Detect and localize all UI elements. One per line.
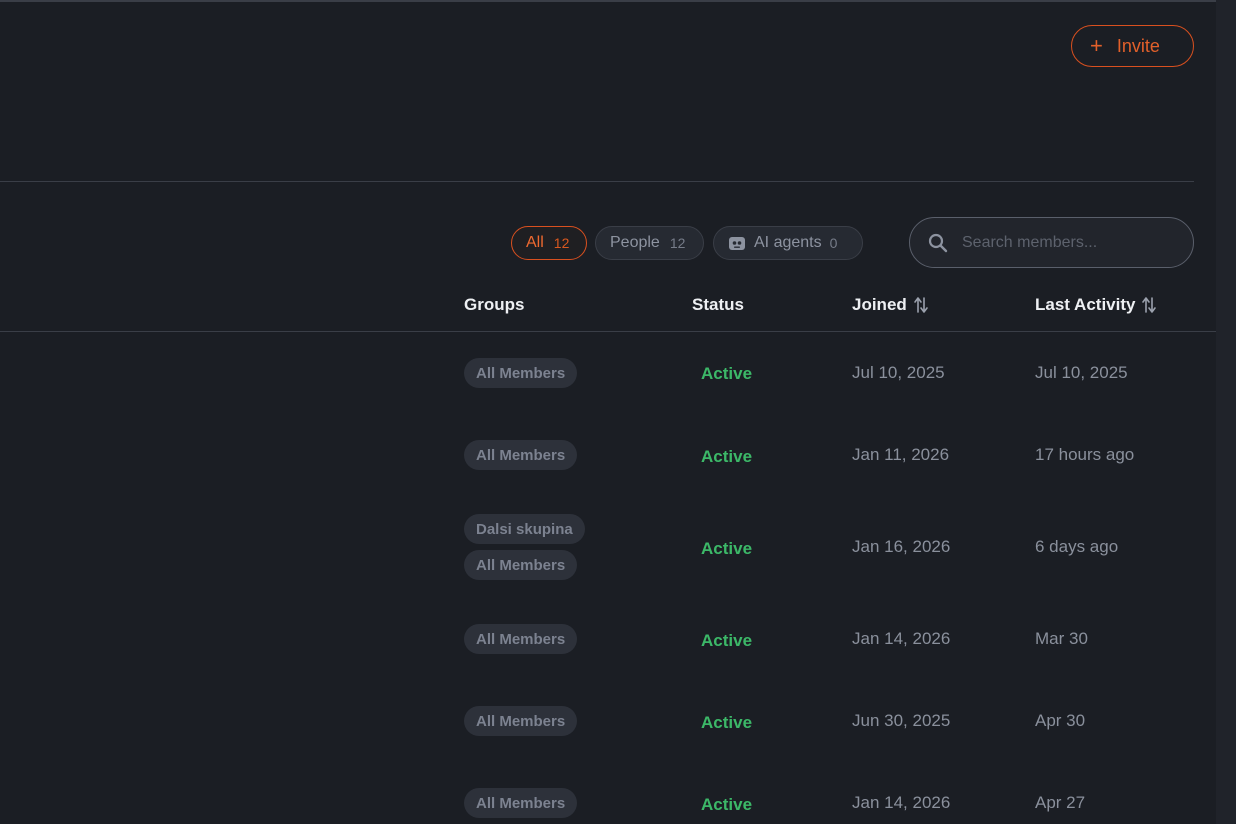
table-row[interactable]: All Members Active Jun 30, 2025 Apr 30 bbox=[0, 680, 1216, 762]
status-badge: Active bbox=[701, 631, 753, 650]
column-header-joined[interactable]: Joined bbox=[852, 295, 929, 315]
last-activity: Jul 10, 2025 bbox=[1035, 363, 1128, 382]
joined-date: Jan 16, 2026 bbox=[852, 537, 951, 556]
last-activity: Apr 27 bbox=[1035, 793, 1086, 812]
joined-date: Jun 30, 2025 bbox=[852, 711, 951, 730]
section-divider bbox=[0, 181, 1194, 182]
last-activity: Apr 30 bbox=[1035, 711, 1086, 730]
table-row[interactable]: All Members Active Jan 11, 2026 17 hours… bbox=[0, 414, 1216, 496]
filter-agents-chip[interactable]: AI agents 0 bbox=[713, 226, 863, 260]
invite-button[interactable]: + Invite bbox=[1071, 25, 1194, 67]
table-row[interactable]: All Members Active Jan 14, 2026 Apr 27 bbox=[0, 762, 1216, 824]
table-row[interactable]: Dalsi skupina All Members Active Jan 16,… bbox=[0, 496, 1216, 598]
column-header-groups: Groups bbox=[464, 295, 524, 315]
sort-icon[interactable] bbox=[1141, 296, 1157, 314]
filter-agents-label: AI agents bbox=[754, 234, 822, 251]
plus-icon: + bbox=[1090, 33, 1103, 58]
last-activity: 17 hours ago bbox=[1035, 445, 1135, 464]
column-header-groups-label: Groups bbox=[464, 295, 525, 314]
column-header-joined-label: Joined bbox=[852, 295, 907, 314]
filter-agents-count: 0 bbox=[829, 235, 838, 251]
status-badge: Active bbox=[701, 539, 753, 558]
column-header-last-activity[interactable]: Last Activity bbox=[1035, 295, 1157, 315]
column-header-status-label: Status bbox=[692, 295, 744, 314]
joined-date: Jan 14, 2026 bbox=[852, 629, 951, 648]
group-badge: All Members bbox=[464, 788, 578, 818]
filter-people-chip[interactable]: People 12 bbox=[595, 226, 704, 260]
status-badge: Active bbox=[701, 795, 753, 814]
status-badge: Active bbox=[701, 364, 753, 383]
last-activity: Mar 30 bbox=[1035, 629, 1088, 648]
sort-icon[interactable] bbox=[913, 296, 929, 314]
group-badge: All Members bbox=[464, 624, 578, 654]
group-badge: All Members bbox=[464, 550, 578, 580]
top-border bbox=[0, 0, 1216, 2]
filter-people-count: 12 bbox=[669, 235, 686, 251]
filter-all-label: All bbox=[526, 234, 544, 251]
joined-date: Jan 11, 2026 bbox=[852, 445, 950, 464]
scrollbar-track[interactable] bbox=[1216, 0, 1236, 824]
column-header-status: Status bbox=[692, 295, 744, 315]
table-row[interactable]: All Members Active Jan 14, 2026 Mar 30 bbox=[0, 598, 1216, 680]
filter-all-count: 12 bbox=[553, 235, 570, 251]
column-header-last-activity-label: Last Activity bbox=[1035, 295, 1136, 314]
last-activity: 6 days ago bbox=[1035, 537, 1119, 556]
filter-people-label: People bbox=[610, 234, 660, 251]
search-box[interactable] bbox=[909, 217, 1194, 268]
status-badge: Active bbox=[701, 447, 753, 466]
filter-all-chip[interactable]: All 12 bbox=[511, 226, 587, 260]
search-input[interactable] bbox=[962, 233, 1172, 252]
group-badge: Dalsi skupina bbox=[464, 514, 585, 544]
invite-label: Invite bbox=[1116, 35, 1160, 56]
robot-icon bbox=[729, 237, 745, 250]
joined-date: Jul 10, 2025 bbox=[852, 363, 945, 382]
group-badge: All Members bbox=[464, 440, 578, 470]
table-row[interactable]: All Members Active Jul 10, 2025 Jul 10, … bbox=[0, 332, 1216, 414]
search-icon bbox=[928, 233, 948, 252]
group-badge: All Members bbox=[464, 358, 578, 388]
joined-date: Jan 14, 2026 bbox=[852, 793, 951, 812]
group-badge: All Members bbox=[464, 706, 578, 736]
status-badge: Active bbox=[701, 713, 753, 732]
